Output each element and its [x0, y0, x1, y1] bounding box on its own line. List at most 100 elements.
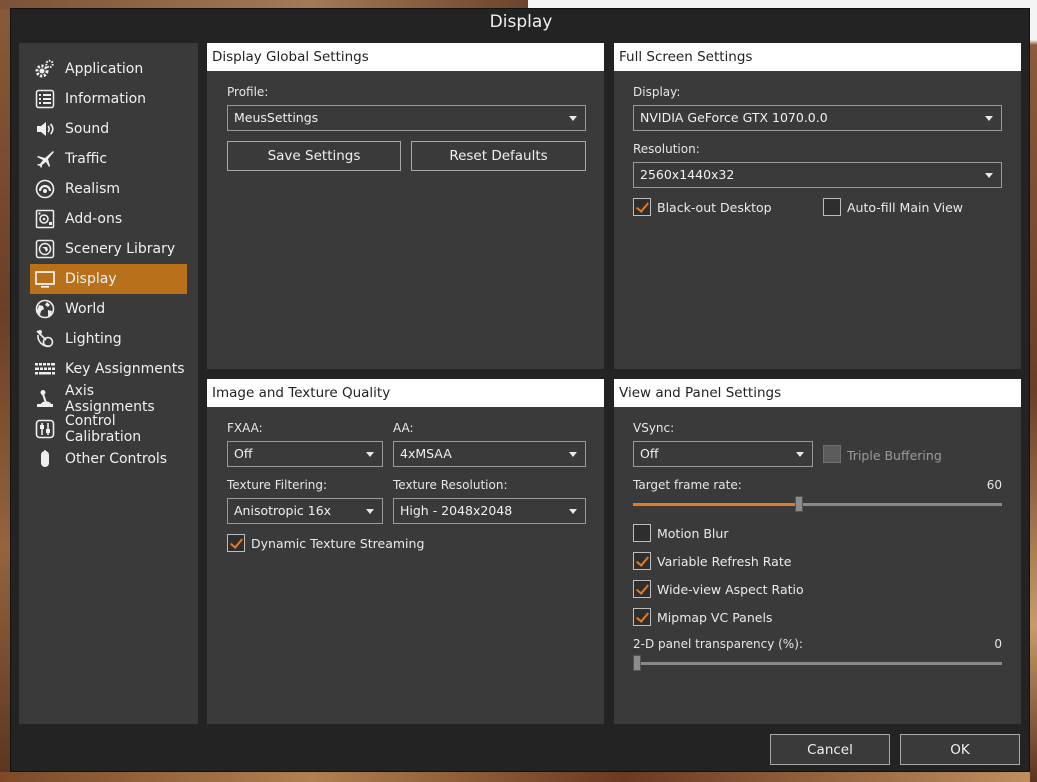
sidebar-item-sound[interactable]: Sound — [30, 114, 187, 144]
sidebar-item-label: World — [65, 301, 106, 317]
sidebar-item-lighting[interactable]: Lighting — [30, 324, 187, 354]
display-label: Display: — [633, 85, 681, 99]
cancel-button[interactable]: Cancel — [770, 734, 890, 765]
texture-resolution-value: High - 2048x2048 — [400, 503, 513, 518]
autofill-main-view-checkbox[interactable] — [823, 198, 841, 216]
mouse-icon — [35, 449, 55, 469]
target-frame-rate-value: 60 — [986, 478, 1002, 492]
vsync-value: Off — [640, 446, 659, 461]
sidebar-item-label: Add-ons — [65, 211, 123, 227]
desktop-background-right — [1030, 0, 1037, 782]
fxaa-value: Off — [234, 446, 253, 461]
sidebar-item-other-controls[interactable]: Other Controls — [30, 444, 187, 474]
sidebar-item-label: Application — [65, 61, 144, 77]
triple-buffering-checkbox[interactable] — [823, 445, 841, 463]
sidebar-item-label: Other Controls — [65, 451, 168, 467]
sidebar-item-realism[interactable]: Realism — [30, 174, 187, 204]
wide-view-aspect-ratio-checkbox[interactable] — [633, 580, 651, 598]
sidebar-item-control-calibration[interactable]: Control Calibration — [30, 413, 187, 445]
profile-label: Profile: — [227, 85, 269, 99]
display-device-dropdown[interactable]: NVIDIA GeForce GTX 1070.0.0 — [633, 105, 1002, 131]
ok-button[interactable]: OK — [900, 734, 1020, 765]
sidebar-item-label: Realism — [65, 181, 121, 197]
blackout-desktop-checkbox[interactable] — [633, 198, 651, 216]
desktop-background-bottom — [0, 772, 1037, 782]
sidebar-item-label: Axis Assignments — [65, 383, 155, 415]
window-title: Display — [489, 12, 553, 32]
gear-icon — [35, 59, 55, 79]
triple-buffering-label: Triple Buffering — [847, 448, 942, 463]
dynamic-texture-streaming-checkbox[interactable] — [227, 534, 245, 552]
slider-thumb[interactable] — [795, 496, 803, 512]
texture-filtering-value: Anisotropic 16x — [234, 503, 332, 518]
panel-title: View and Panel Settings — [614, 379, 1021, 407]
aa-value: 4xMSAA — [400, 446, 452, 461]
panel-transparency-label: 2-D panel transparency (%): — [633, 637, 803, 651]
slider-thumb[interactable] — [633, 655, 641, 671]
sidebar-item-label: Control Calibration — [65, 413, 142, 445]
mipmap-vc-panels-label: Mipmap VC Panels — [657, 610, 773, 625]
chevron-down-icon — [569, 116, 577, 121]
resolution-dropdown[interactable]: 2560x1440x32 — [633, 162, 1002, 188]
airplane-icon — [35, 149, 55, 169]
motion-blur-checkbox[interactable] — [633, 524, 651, 542]
chevron-down-icon — [796, 452, 804, 457]
vsync-dropdown[interactable]: Off — [633, 441, 813, 467]
sidebar-item-key-assignments[interactable]: Key Assignments — [30, 354, 187, 384]
image-texture-quality-panel: Image and Texture Quality FXAA: Off AA: … — [207, 379, 604, 724]
save-settings-button[interactable]: Save Settings — [227, 141, 401, 171]
mipmap-vc-panels-checkbox[interactable] — [633, 608, 651, 626]
calibration-icon — [35, 419, 55, 439]
panel-transparency-value: 0 — [994, 637, 1002, 651]
wide-view-aspect-ratio-label: Wide-view Aspect Ratio — [657, 582, 804, 597]
reset-defaults-button[interactable]: Reset Defaults — [411, 141, 586, 171]
view-panel-settings-panel: View and Panel Settings VSync: Off Tripl… — [614, 379, 1021, 724]
variable-refresh-rate-checkbox[interactable] — [633, 552, 651, 570]
full-screen-settings-panel: Full Screen Settings Display: NVIDIA GeF… — [614, 43, 1021, 369]
aa-dropdown[interactable]: 4xMSAA — [393, 441, 586, 467]
vsync-label: VSync: — [633, 421, 675, 435]
chevron-down-icon — [985, 116, 993, 121]
chevron-down-icon — [569, 509, 577, 514]
resolution-value: 2560x1440x32 — [640, 167, 735, 182]
profile-dropdown[interactable]: MeusSettings — [227, 105, 586, 131]
slider-fill — [633, 503, 799, 506]
display-settings-window: Display Application Information Sound Tr… — [10, 8, 1030, 772]
panel-transparency-slider[interactable] — [633, 655, 1002, 671]
sidebar: Application Information Sound Traffic Re… — [19, 43, 198, 724]
addons-icon — [35, 209, 55, 229]
target-frame-rate-label: Target frame rate: — [633, 478, 742, 492]
chevron-down-icon — [985, 173, 993, 178]
chevron-down-icon — [366, 452, 374, 457]
sidebar-item-label: Lighting — [65, 331, 122, 347]
dynamic-texture-streaming-label: Dynamic Texture Streaming — [251, 536, 425, 551]
autofill-main-view-label: Auto-fill Main View — [847, 200, 964, 215]
aa-label: AA: — [393, 421, 414, 435]
sidebar-item-application[interactable]: Application — [30, 54, 187, 84]
sidebar-item-scenery-library[interactable]: Scenery Library — [30, 234, 187, 264]
sidebar-item-traffic[interactable]: Traffic — [30, 144, 187, 174]
realism-icon — [35, 179, 55, 199]
sidebar-item-label: Traffic — [65, 151, 108, 167]
sidebar-item-axis-assignments[interactable]: Axis Assignments — [30, 383, 187, 415]
sidebar-item-addons[interactable]: Add-ons — [30, 204, 187, 234]
resolution-label: Resolution: — [633, 142, 700, 156]
texture-filtering-label: Texture Filtering: — [227, 478, 328, 492]
speaker-icon — [35, 119, 55, 139]
sidebar-item-label: Sound — [65, 121, 110, 137]
texture-filtering-dropdown[interactable]: Anisotropic 16x — [227, 498, 383, 524]
display-device-value: NVIDIA GeForce GTX 1070.0.0 — [640, 110, 828, 125]
profile-value: MeusSettings — [234, 110, 319, 125]
sidebar-item-display[interactable]: Display — [30, 264, 187, 294]
panel-title: Display Global Settings — [207, 43, 604, 71]
sidebar-item-world[interactable]: World — [30, 294, 187, 324]
panel-title: Full Screen Settings — [614, 43, 1021, 71]
joystick-icon — [35, 389, 55, 409]
sidebar-item-label: Information — [65, 91, 147, 107]
target-frame-rate-slider[interactable] — [633, 496, 1002, 512]
texture-resolution-label: Texture Resolution: — [393, 478, 508, 492]
texture-resolution-dropdown[interactable]: High - 2048x2048 — [393, 498, 586, 524]
motion-blur-label: Motion Blur — [657, 526, 729, 541]
sidebar-item-information[interactable]: Information — [30, 84, 187, 114]
fxaa-dropdown[interactable]: Off — [227, 441, 383, 467]
